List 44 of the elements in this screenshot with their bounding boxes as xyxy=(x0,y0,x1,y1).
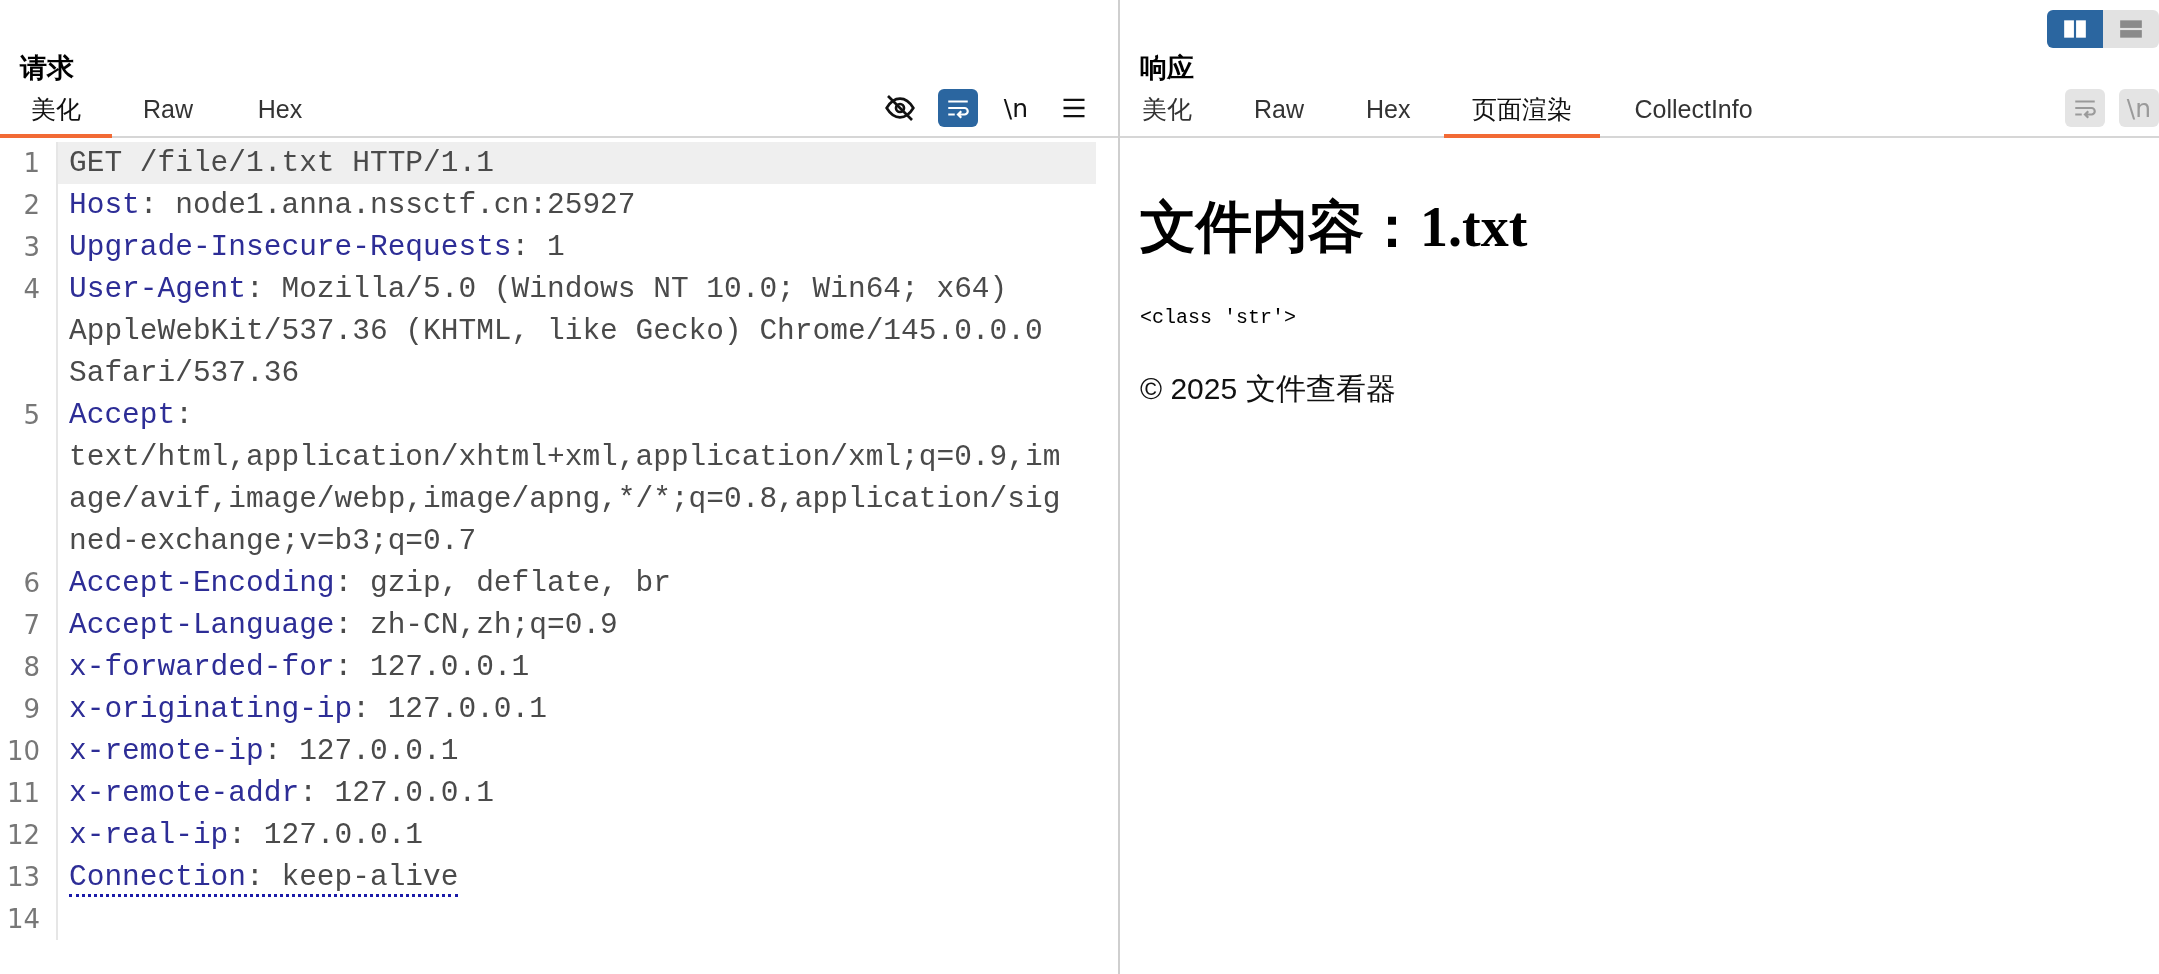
panel-title: 请求 xyxy=(20,52,75,85)
tab[interactable]: 美化 xyxy=(0,92,112,138)
line-number: 1 xyxy=(23,147,40,180)
tab[interactable]: Raw xyxy=(1226,92,1332,138)
newline-button[interactable]: \n xyxy=(996,89,1036,127)
tab[interactable]: Raw xyxy=(112,92,224,138)
line-number: 10 xyxy=(6,735,40,768)
header-line: Accept-Language: zh-CN,zh;q=0.9 xyxy=(69,608,618,642)
panel-title: 响应 xyxy=(1140,52,1195,85)
tab[interactable]: 页面渲染 xyxy=(1444,92,1601,138)
tab[interactable]: Hex xyxy=(1338,92,1439,138)
line-number: 11 xyxy=(6,777,40,810)
line-number: 4 xyxy=(23,273,40,306)
line-number: 5 xyxy=(23,399,40,432)
tab[interactable]: Hex xyxy=(224,92,336,138)
header-line: x-originating-ip: 127.0.0.1 xyxy=(69,692,547,726)
header-line: Host: node1.anna.nssctf.cn:25927 xyxy=(69,188,636,222)
header-line: Upgrade-Insecure-Requests: 1 xyxy=(69,230,565,264)
header-line: Connection: keep-alive xyxy=(69,860,459,897)
header-line: Accept: text/html,application/xhtml+xml,application/xml;q=0.9,image/avif,image/webp,image/apng,*/*;q=0.8,application/signed-exchange;v=b3;q=0.7 xyxy=(69,398,1061,558)
stacked-view-button[interactable] xyxy=(2103,10,2159,48)
line-number: 9 xyxy=(23,693,40,726)
code-line: GET /file/1.txt HTTP/1.1 xyxy=(69,146,494,180)
page-heading: 文件内容：1.txt xyxy=(1140,195,1528,260)
header-line: User-Agent: Mozilla/5.0 (Windows NT 10.0; Win64; x64) AppleWebKit/537.36 (KHTML, like Gecko) Chrome/145.0.0.0 Safari/537.36 xyxy=(69,272,1044,390)
header-line: x-forwarded-for: 127.0.0.1 xyxy=(69,650,530,684)
line-number: 6 xyxy=(23,567,40,600)
line-number: 12 xyxy=(6,819,40,852)
tab[interactable]: CollectInfo xyxy=(1606,92,1781,138)
type-text: <class 'str'> xyxy=(1140,306,1297,329)
line-number: 7 xyxy=(23,609,40,642)
line-number: 2 xyxy=(23,189,40,222)
line-number: 3 xyxy=(23,231,40,264)
tab[interactable]: 美化 xyxy=(1120,92,1220,138)
header-line: x-real-ip: 127.0.0.1 xyxy=(69,818,424,852)
line-number: 8 xyxy=(23,651,40,684)
header-line: x-remote-addr: 127.0.0.1 xyxy=(69,776,494,810)
footer-text: © 2025 文件查看器 xyxy=(1140,371,1396,407)
line-number: 13 xyxy=(6,861,40,894)
header-line: Accept-Encoding: gzip, deflate, br xyxy=(69,566,671,600)
header-line: x-remote-ip: 127.0.0.1 xyxy=(69,734,459,768)
split-view-button[interactable] xyxy=(2047,10,2103,48)
wrap-button[interactable] xyxy=(938,89,978,127)
line-number: 14 xyxy=(6,903,40,936)
